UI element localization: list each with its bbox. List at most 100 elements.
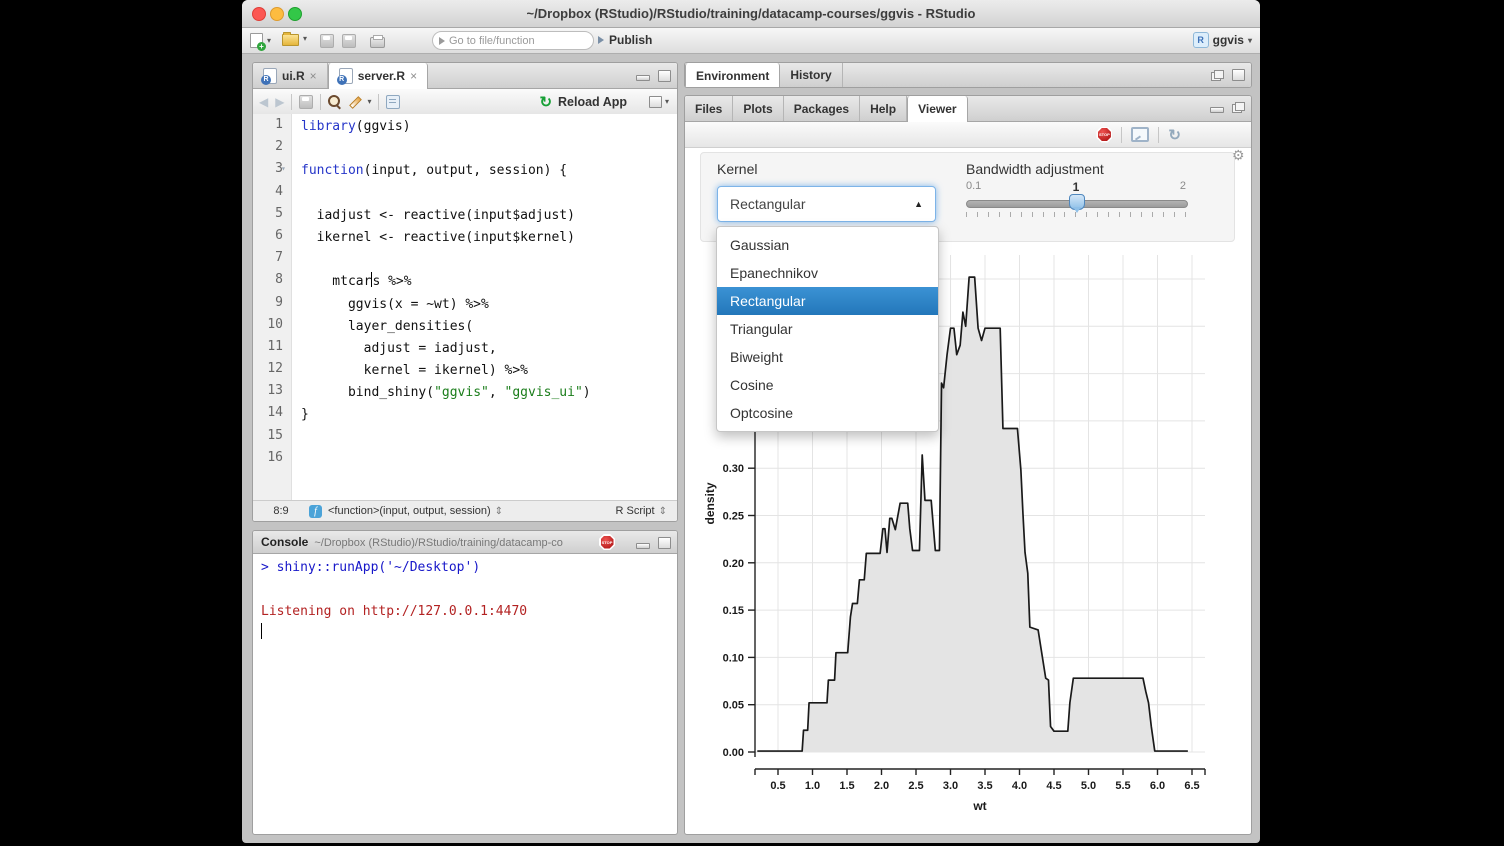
kernel-option-rectangular[interactable]: Rectangular [717, 287, 938, 315]
close-icon[interactable]: × [410, 69, 417, 83]
code-tools-wand-icon[interactable] [348, 96, 360, 108]
console-line: > shiny::runApp('~/Desktop') [261, 557, 677, 579]
kernel-option-epanechnikov[interactable]: Epanechnikov [717, 259, 938, 287]
tab-server-r[interactable]: server.R × [328, 63, 428, 89]
goto-arrow-icon [439, 37, 445, 45]
r-file-icon [339, 68, 353, 84]
forward-icon[interactable]: ▶ [275, 95, 284, 109]
code-line: adjust = iadjust, [301, 338, 677, 360]
tab-ui-r[interactable]: ui.R × [253, 63, 328, 88]
print-icon[interactable] [370, 37, 385, 48]
console-line: Listening on http://127.0.0.1:4470 [261, 601, 677, 623]
refresh-icon[interactable]: ↻ [1168, 126, 1181, 144]
maximize-pane-icon[interactable] [1232, 69, 1245, 81]
chevron-down-icon: ▾ [1248, 36, 1252, 45]
chevron-down-icon[interactable]: ▾ [367, 97, 371, 106]
console-cursor [261, 623, 677, 645]
stop-icon[interactable]: STOP [599, 534, 615, 550]
editor-status-bar: 8:9 f <function>(input, output, session)… [253, 500, 677, 521]
tab-viewer[interactable]: Viewer [907, 96, 967, 122]
tab-files[interactable]: Files [685, 96, 733, 121]
save-file-icon[interactable] [299, 95, 313, 109]
x-tick-label: 0.5 [770, 780, 785, 792]
stop-app-icon[interactable]: STOP [1096, 127, 1112, 143]
x-tick-label: 1.0 [805, 780, 820, 792]
scope-selector[interactable]: <function>(input, output, session) [328, 505, 503, 517]
publish-button[interactable]: Publish [598, 31, 652, 49]
function-icon: f [309, 505, 322, 518]
code-lines: library(ggvis)function(input, output, se… [301, 116, 677, 471]
back-icon[interactable]: ◀ [259, 95, 268, 109]
y-tick-label: 0.20 [723, 558, 744, 570]
goto-file-input[interactable]: Go to file/function [432, 31, 594, 50]
y-tick-label: 0.05 [723, 700, 744, 712]
source-pane: ui.R × server.R × ◀ ▶ ▾ [252, 62, 678, 522]
code-line [301, 427, 677, 449]
code-line: layer_densities( [301, 316, 677, 338]
minimize-pane-icon[interactable] [636, 543, 650, 549]
editor-gutter: 123▾45678910111213141516 [253, 114, 292, 501]
kernel-option-gaussian[interactable]: Gaussian [717, 231, 938, 259]
code-line: library(ggvis) [301, 116, 677, 138]
rstudio-window: ~/Dropbox (RStudio)/RStudio/training/dat… [242, 0, 1260, 843]
restore-pane-icon[interactable] [1211, 70, 1224, 81]
bandwidth-slider[interactable]: 0.1 1 2 [966, 180, 1186, 220]
close-icon[interactable]: × [310, 69, 317, 83]
viewer-tab-bar: Files Plots Packages Help Viewer [685, 96, 1251, 122]
project-menu-button[interactable]: R ggvis ▾ [1193, 31, 1252, 49]
gear-icon[interactable]: ⚙ [1232, 147, 1245, 164]
chevron-up-icon: ▲ [914, 199, 923, 209]
line-number: 5 [253, 203, 291, 225]
maximize-pane-icon[interactable] [658, 70, 671, 82]
file-type-selector[interactable]: R Script [615, 505, 667, 517]
project-cube-icon: R [1193, 32, 1209, 48]
reload-app-button[interactable]: ↻ Reload App [539, 93, 627, 111]
chevron-down-icon: ▾ [267, 36, 271, 45]
tab-packages[interactable]: Packages [784, 96, 860, 121]
console-output[interactable]: > shiny::runApp('~/Desktop') Listening o… [261, 557, 677, 834]
source-panel-menu[interactable]: ▾ [649, 96, 669, 108]
compile-notebook-icon[interactable] [386, 95, 400, 109]
x-tick-label: 1.5 [839, 780, 854, 792]
code-editor[interactable]: 123▾45678910111213141516 library(ggvis)f… [253, 114, 677, 501]
tab-help[interactable]: Help [860, 96, 907, 121]
panel-icon [649, 96, 662, 108]
open-in-new-window-icon[interactable] [1131, 127, 1149, 142]
kernel-option-optcosine[interactable]: Optcosine [717, 399, 938, 427]
line-number: 2 [253, 136, 291, 158]
source-tab-bar: ui.R × server.R × [253, 63, 677, 89]
save-all-icon[interactable] [342, 34, 356, 48]
kernel-option-cosine[interactable]: Cosine [717, 371, 938, 399]
code-line: kernel = ikernel) %>% [301, 360, 677, 382]
tab-plots[interactable]: Plots [733, 96, 783, 121]
x-tick-label: 6.0 [1150, 780, 1165, 792]
kernel-option-triangular[interactable]: Triangular [717, 315, 938, 343]
line-number: 15 [253, 425, 291, 447]
minimize-pane-icon[interactable] [1210, 107, 1224, 113]
x-tick-label: 4.5 [1046, 780, 1061, 792]
maximize-pane-icon[interactable] [658, 537, 671, 549]
search-icon[interactable] [328, 95, 341, 108]
line-number: 12 [253, 358, 291, 380]
save-icon[interactable] [320, 34, 334, 48]
slider-handle[interactable] [1069, 194, 1085, 210]
kernel-select[interactable]: Rectangular ▲ [717, 186, 936, 222]
kernel-option-biweight[interactable]: Biweight [717, 343, 938, 371]
minimize-pane-icon[interactable] [636, 75, 650, 81]
restore-pane-icon[interactable] [1232, 102, 1245, 113]
window-title: ~/Dropbox (RStudio)/RStudio/training/dat… [242, 6, 1260, 21]
line-number: 8 [253, 269, 291, 291]
y-tick-label: 0.10 [723, 652, 744, 664]
line-number: 7 [253, 247, 291, 269]
new-file-button[interactable]: ▾ [250, 33, 271, 48]
bandwidth-label: Bandwidth adjustment [966, 161, 1104, 177]
tab-history[interactable]: History [780, 63, 842, 87]
y-tick-label: 0.30 [723, 463, 744, 475]
fold-icon[interactable]: ▾ [281, 158, 286, 180]
y-tick-label: 0.00 [723, 747, 744, 759]
tab-environment[interactable]: Environment [685, 63, 780, 88]
goto-placeholder: Go to file/function [449, 35, 535, 47]
line-number: 10 [253, 314, 291, 336]
line-number: 9 [253, 292, 291, 314]
open-file-button[interactable]: ▾ [282, 31, 307, 46]
